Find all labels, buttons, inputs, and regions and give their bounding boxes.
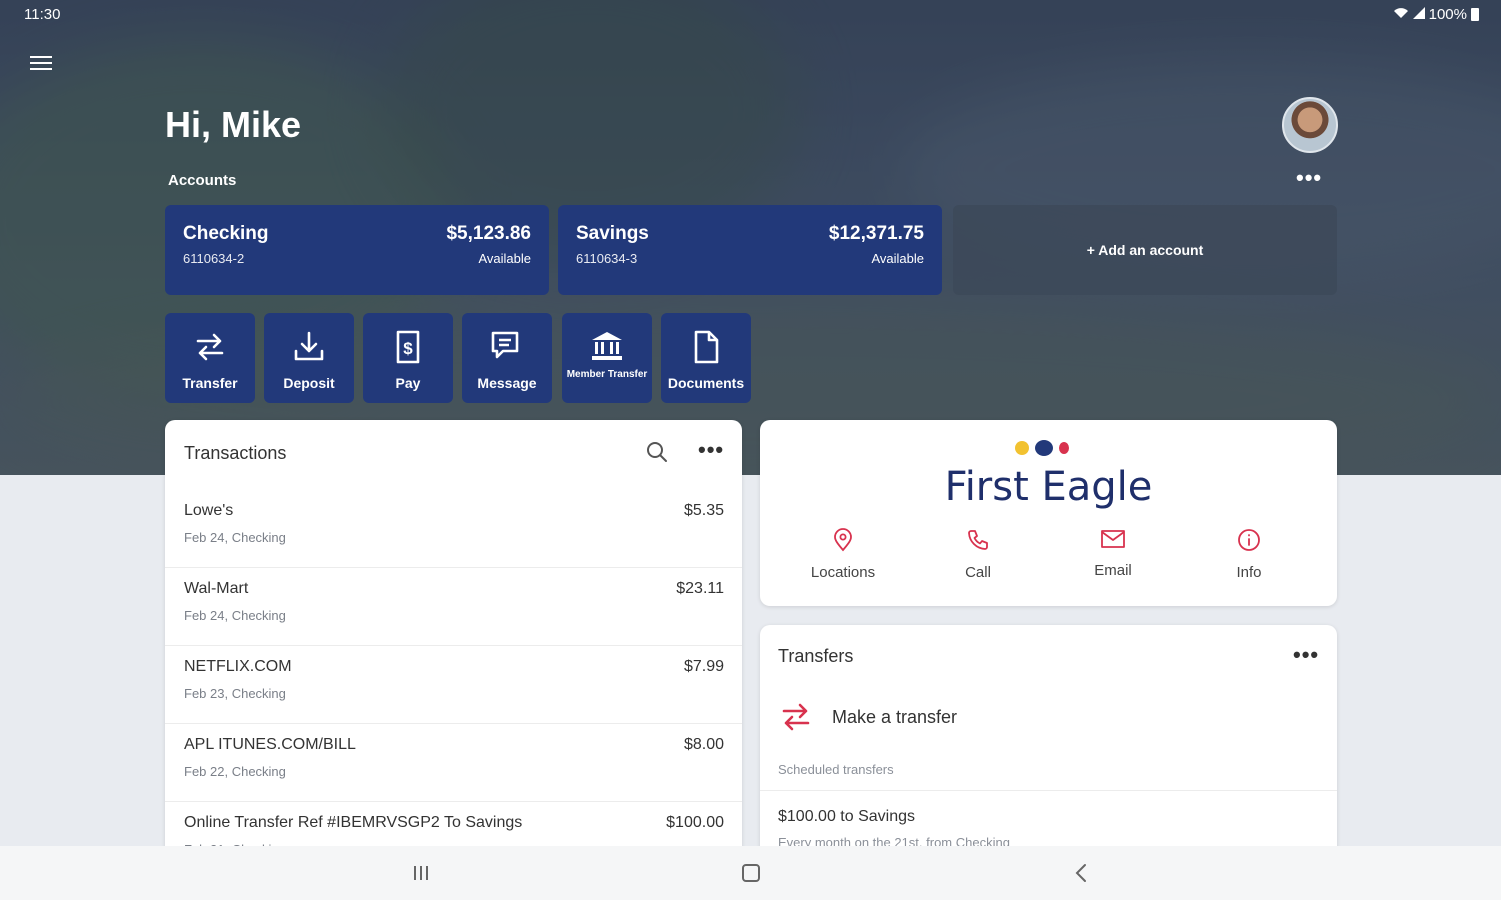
- logo-wordmark: First Eagle: [944, 464, 1153, 510]
- quick-action-label: Member Transfer: [566, 369, 648, 380]
- transfers-more-icon[interactable]: •••: [1293, 642, 1319, 668]
- make-transfer-label: Make a transfer: [832, 707, 958, 727]
- system-nav-bar: [0, 846, 1501, 900]
- quick-action-label: Documents: [667, 375, 745, 391]
- back-icon[interactable]: [1066, 860, 1096, 886]
- transaction-meta: Feb 23, Checking: [184, 686, 286, 701]
- email-button[interactable]: Email: [1058, 528, 1168, 579]
- quick-action-deposit[interactable]: Deposit: [264, 313, 354, 403]
- quick-action-label: Deposit: [283, 375, 335, 391]
- quick-action-label: Transfer: [182, 375, 238, 391]
- signal-icon: [1412, 6, 1425, 23]
- transaction-amount: $5.35: [683, 502, 724, 519]
- transaction-row[interactable]: NETFLIX.COM Feb 23, Checking $7.99: [165, 646, 742, 724]
- email-icon: [1058, 528, 1168, 550]
- accounts-section-label: Accounts: [168, 172, 237, 189]
- quick-action-label: Pay: [395, 375, 421, 391]
- phone-icon: [923, 528, 1033, 552]
- transactions-more-icon[interactable]: •••: [698, 437, 724, 463]
- quick-action-message[interactable]: Message: [462, 313, 552, 403]
- battery-percent: 100%: [1428, 6, 1467, 23]
- info-label: Info: [1236, 564, 1262, 581]
- transfers-card: Transfers ••• Make a transfer Scheduled …: [760, 625, 1337, 865]
- info-icon: [1194, 528, 1304, 552]
- logo-mark: [1015, 440, 1069, 456]
- account-balance-label: Available: [478, 251, 531, 266]
- scheduled-transfers-label: Scheduled transfers: [778, 762, 894, 777]
- search-icon[interactable]: [645, 440, 669, 469]
- home-icon[interactable]: [736, 860, 766, 886]
- account-name: Savings: [576, 223, 649, 244]
- battery-icon: [1471, 8, 1479, 21]
- add-account-button[interactable]: + Add an account: [953, 205, 1337, 295]
- transaction-row[interactable]: Wal-Mart Feb 24, Checking $23.11: [165, 568, 742, 646]
- transaction-amount: $8.00: [683, 736, 724, 753]
- hamburger-menu-icon[interactable]: [30, 52, 52, 74]
- transaction-row[interactable]: Lowe's Feb 24, Checking $5.35: [165, 490, 742, 568]
- svg-text:$: $: [403, 339, 413, 358]
- location-pin-icon: [788, 528, 898, 552]
- status-indicators: 100%: [1393, 6, 1479, 23]
- account-number: 6110634-3: [576, 251, 638, 266]
- info-button[interactable]: Info: [1194, 528, 1304, 581]
- transactions-card: Transactions ••• Lowe's Feb 24, Checking…: [165, 420, 742, 860]
- transaction-name: NETFLIX.COM: [184, 658, 292, 675]
- account-balance: $5,123.86: [446, 223, 531, 244]
- account-balance: $12,371.75: [828, 223, 924, 244]
- locations-button[interactable]: Locations: [788, 528, 898, 581]
- account-card-savings[interactable]: Savings 6110634-3 $12,371.75 Available: [558, 205, 942, 295]
- greeting-title: Hi, Mike: [165, 104, 302, 145]
- transaction-name: APL ITUNES.COM/BILL: [184, 736, 356, 753]
- quick-action-label: Message: [477, 375, 537, 391]
- transaction-name: Online Transfer Ref #IBEMRVSGP2 To Savin…: [184, 814, 523, 831]
- quick-action-documents[interactable]: Documents: [661, 313, 751, 403]
- account-number: 6110634-2: [183, 251, 245, 266]
- status-time: 11:30: [24, 6, 61, 23]
- quick-action-transfer[interactable]: Transfer: [165, 313, 255, 403]
- transfers-title: Transfers: [778, 646, 854, 666]
- transaction-amount: $7.99: [683, 658, 724, 675]
- account-name: Checking: [183, 223, 269, 244]
- call-label: Call: [965, 564, 991, 581]
- transaction-name: Wal-Mart: [184, 580, 249, 597]
- quick-action-member-transfer[interactable]: Member Transfer: [562, 313, 652, 403]
- call-button[interactable]: Call: [923, 528, 1033, 581]
- transaction-amount: $100.00: [666, 814, 724, 831]
- transaction-meta: Feb 24, Checking: [184, 608, 286, 623]
- transaction-meta: Feb 22, Checking: [184, 764, 286, 779]
- transaction-meta: Feb 24, Checking: [184, 530, 286, 545]
- avatar[interactable]: [1282, 97, 1338, 153]
- status-bar: 11:30 100%: [0, 4, 1501, 24]
- transaction-amount: $23.11: [676, 580, 724, 597]
- divider: [760, 790, 1337, 791]
- account-balance-label: Available: [871, 251, 924, 266]
- accounts-more-icon[interactable]: •••: [1296, 167, 1322, 189]
- recent-apps-icon[interactable]: [406, 860, 436, 886]
- account-card-checking[interactable]: Checking 6110634-2 $5,123.86 Available: [165, 205, 549, 295]
- make-transfer-button[interactable]: Make a transfer: [778, 697, 1078, 737]
- email-label: Email: [1094, 562, 1132, 579]
- scheduled-transfer-item[interactable]: $100.00 to Savings: [778, 808, 915, 826]
- quick-action-pay[interactable]: $ Pay: [363, 313, 453, 403]
- transaction-row[interactable]: APL ITUNES.COM/BILL Feb 22, Checking $8.…: [165, 724, 742, 802]
- wifi-icon: [1393, 6, 1409, 23]
- locations-label: Locations: [810, 564, 876, 581]
- transactions-title: Transactions: [184, 443, 287, 463]
- credit-union-card: First Eagle Locations Call Email Info: [760, 420, 1337, 606]
- transaction-name: Lowe's: [184, 502, 234, 519]
